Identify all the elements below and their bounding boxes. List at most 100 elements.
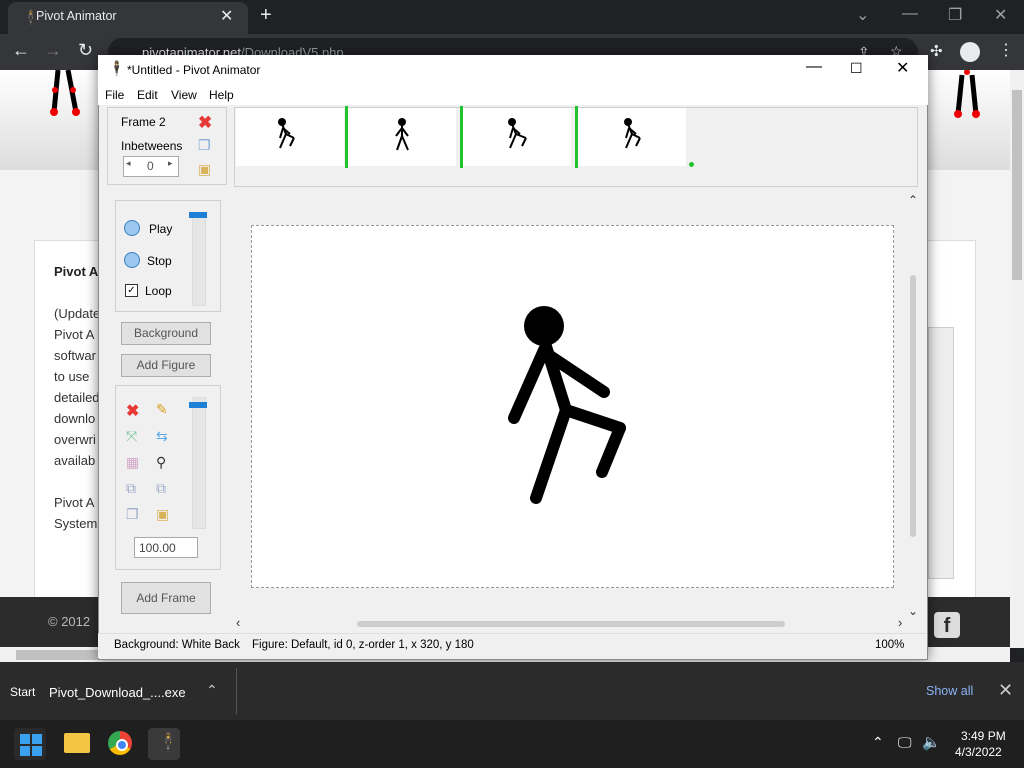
canvas-vertical-scroll-thumb[interactable] xyxy=(910,275,916,537)
profile-avatar[interactable] xyxy=(960,42,980,62)
inbetweens-value[interactable]: 0 xyxy=(147,159,154,173)
tab-close-icon[interactable]: ✕ xyxy=(220,6,233,26)
flip-figure-icon[interactable]: ⇆ xyxy=(156,428,168,445)
volume-icon[interactable]: 🔈 xyxy=(922,733,941,751)
edit-figure-pencil-icon[interactable]: ✎ xyxy=(156,401,168,418)
web-text-line: System xyxy=(54,516,98,531)
clock-time[interactable]: 3:49 PM xyxy=(961,729,1006,743)
header-stickman-left-icon xyxy=(50,70,80,116)
frame-end-dot xyxy=(689,162,694,167)
background-button[interactable]: Background xyxy=(121,322,211,345)
show-all-link[interactable]: Show all xyxy=(926,684,973,698)
extensions-icon[interactable]: ✣ xyxy=(930,42,943,60)
canvas-scroll-up-icon[interactable]: ⌃ xyxy=(908,193,918,207)
paste-figure-icon[interactable]: ▣ xyxy=(156,506,169,523)
network-icon[interactable]: 🖵 xyxy=(898,734,912,751)
delete-figure-icon[interactable]: ✖ xyxy=(126,401,139,421)
web-text-line: softwar xyxy=(54,348,96,363)
speed-slider-thumb[interactable] xyxy=(189,212,207,218)
menu-view[interactable]: View xyxy=(171,88,197,102)
page-vertical-scroll-thumb[interactable] xyxy=(1012,90,1022,280)
spinner-right-icon[interactable]: ▸ xyxy=(168,158,173,169)
menu-help[interactable]: Help xyxy=(209,88,234,102)
scale-slider-thumb[interactable] xyxy=(189,402,207,408)
pivot-taskbar-icon[interactable]: 🕴 xyxy=(157,732,179,753)
forward-icon[interactable]: → xyxy=(44,40,62,61)
restore-icon[interactable]: ❐ xyxy=(948,5,962,25)
header-stickman-right-icon xyxy=(954,70,980,118)
stop-label[interactable]: Stop xyxy=(147,254,172,268)
stickman-figure[interactable] xyxy=(500,300,640,510)
web-text-line: Pivot A xyxy=(54,327,95,342)
reload-icon[interactable]: ↻ xyxy=(78,40,93,61)
spinner-left-icon[interactable]: ◂ xyxy=(126,158,131,169)
paste-frame-icon[interactable]: ▣ xyxy=(198,161,211,178)
web-screenshot-image xyxy=(928,327,954,579)
copy-frame-icon[interactable]: ❐ xyxy=(198,137,211,154)
eyedropper-icon[interactable]: ⚲ xyxy=(156,454,166,471)
loop-checkbox[interactable]: ✓ xyxy=(125,284,138,297)
windows-logo-icon[interactable] xyxy=(20,734,42,756)
file-explorer-icon[interactable] xyxy=(64,733,90,753)
web-text-line: availab xyxy=(54,453,96,468)
loop-label[interactable]: Loop xyxy=(145,284,172,298)
center-figure-icon[interactable]: ⤧ xyxy=(126,428,137,445)
facebook-icon[interactable]: f xyxy=(934,612,960,638)
status-figure: Figure: Default, id 0, z-order 1, x 320,… xyxy=(252,639,474,651)
bring-forward-icon[interactable]: ⧉ xyxy=(126,480,136,497)
canvas-scroll-right-icon[interactable]: › xyxy=(898,615,902,630)
menu-file[interactable]: File xyxy=(105,88,124,102)
web-copyright: © 2012 xyxy=(48,614,91,629)
download-bar-close-icon[interactable]: ✕ xyxy=(998,680,1013,701)
scale-slider[interactable] xyxy=(192,397,206,529)
back-icon[interactable]: ← xyxy=(12,40,30,61)
frame-divider xyxy=(575,106,578,168)
minimize-icon[interactable]: — xyxy=(902,5,918,23)
inbetweens-label: Inbetweens xyxy=(121,139,183,153)
pivot-window-title: *Untitled - Pivot Animator xyxy=(127,63,261,77)
copy-figure-icon[interactable]: ❐ xyxy=(126,506,139,523)
stop-icon[interactable] xyxy=(124,252,140,268)
canvas-horizontal-scroll-thumb[interactable] xyxy=(357,621,785,627)
status-background: Background: White Back xyxy=(114,639,240,651)
speed-slider[interactable] xyxy=(192,212,206,306)
web-text-line: downlo xyxy=(54,411,96,426)
web-text-line: Pivot A xyxy=(54,495,95,510)
send-back-icon[interactable]: ⧉ xyxy=(156,480,166,497)
download-file-name[interactable]: Pivot_Download_....exe xyxy=(49,685,186,700)
new-tab-icon[interactable]: + xyxy=(260,4,272,27)
scale-value[interactable]: 100.00 xyxy=(139,541,176,555)
menu-dots-icon[interactable]: ⋮ xyxy=(998,40,1014,60)
web-text-line: to use xyxy=(54,369,90,384)
pivot-maximize-icon[interactable]: ☐ xyxy=(850,60,863,77)
frame-3-stickman-icon xyxy=(508,118,527,149)
add-frame-button[interactable]: Add Frame xyxy=(121,582,211,614)
figure-front-thigh[interactable] xyxy=(560,404,626,434)
figure-front-shin[interactable] xyxy=(596,422,626,478)
chrome-icon-center xyxy=(116,739,128,751)
frame-1-stickman-icon xyxy=(278,118,295,149)
play-label[interactable]: Play xyxy=(149,222,172,236)
frame-divider xyxy=(460,106,463,168)
web-text-line: detailed xyxy=(54,390,100,405)
tab-search-icon[interactable]: ⌄ xyxy=(856,5,869,25)
web-text-line: overwri xyxy=(54,432,96,447)
pivot-close-icon[interactable]: ✕ xyxy=(896,58,909,78)
figure-back-leg[interactable] xyxy=(530,404,572,504)
menu-edit[interactable]: Edit xyxy=(137,88,158,102)
tray-chevron-icon[interactable]: ⌃ xyxy=(872,734,884,751)
download-start-label: Start xyxy=(10,685,36,699)
delete-frame-icon[interactable]: ✖ xyxy=(198,113,212,133)
play-icon[interactable] xyxy=(124,220,140,236)
clock-date[interactable]: 4/3/2022 xyxy=(955,745,1002,759)
pivot-app-icon: 🕴 xyxy=(108,60,126,76)
close-browser-icon[interactable]: ✕ xyxy=(994,5,1007,25)
download-options-chevron-icon[interactable]: ⌃ xyxy=(206,682,218,699)
add-figure-button[interactable]: Add Figure xyxy=(121,354,211,377)
web-text-line: (Update xyxy=(54,306,101,321)
canvas-scroll-down-icon[interactable]: ⌄ xyxy=(908,604,918,618)
canvas-scroll-left-icon[interactable]: ‹ xyxy=(236,615,240,630)
color-figure-icon[interactable]: ▦ xyxy=(126,454,139,471)
pivot-minimize-icon[interactable]: — xyxy=(806,58,822,76)
figure-left-arm[interactable] xyxy=(508,344,550,424)
